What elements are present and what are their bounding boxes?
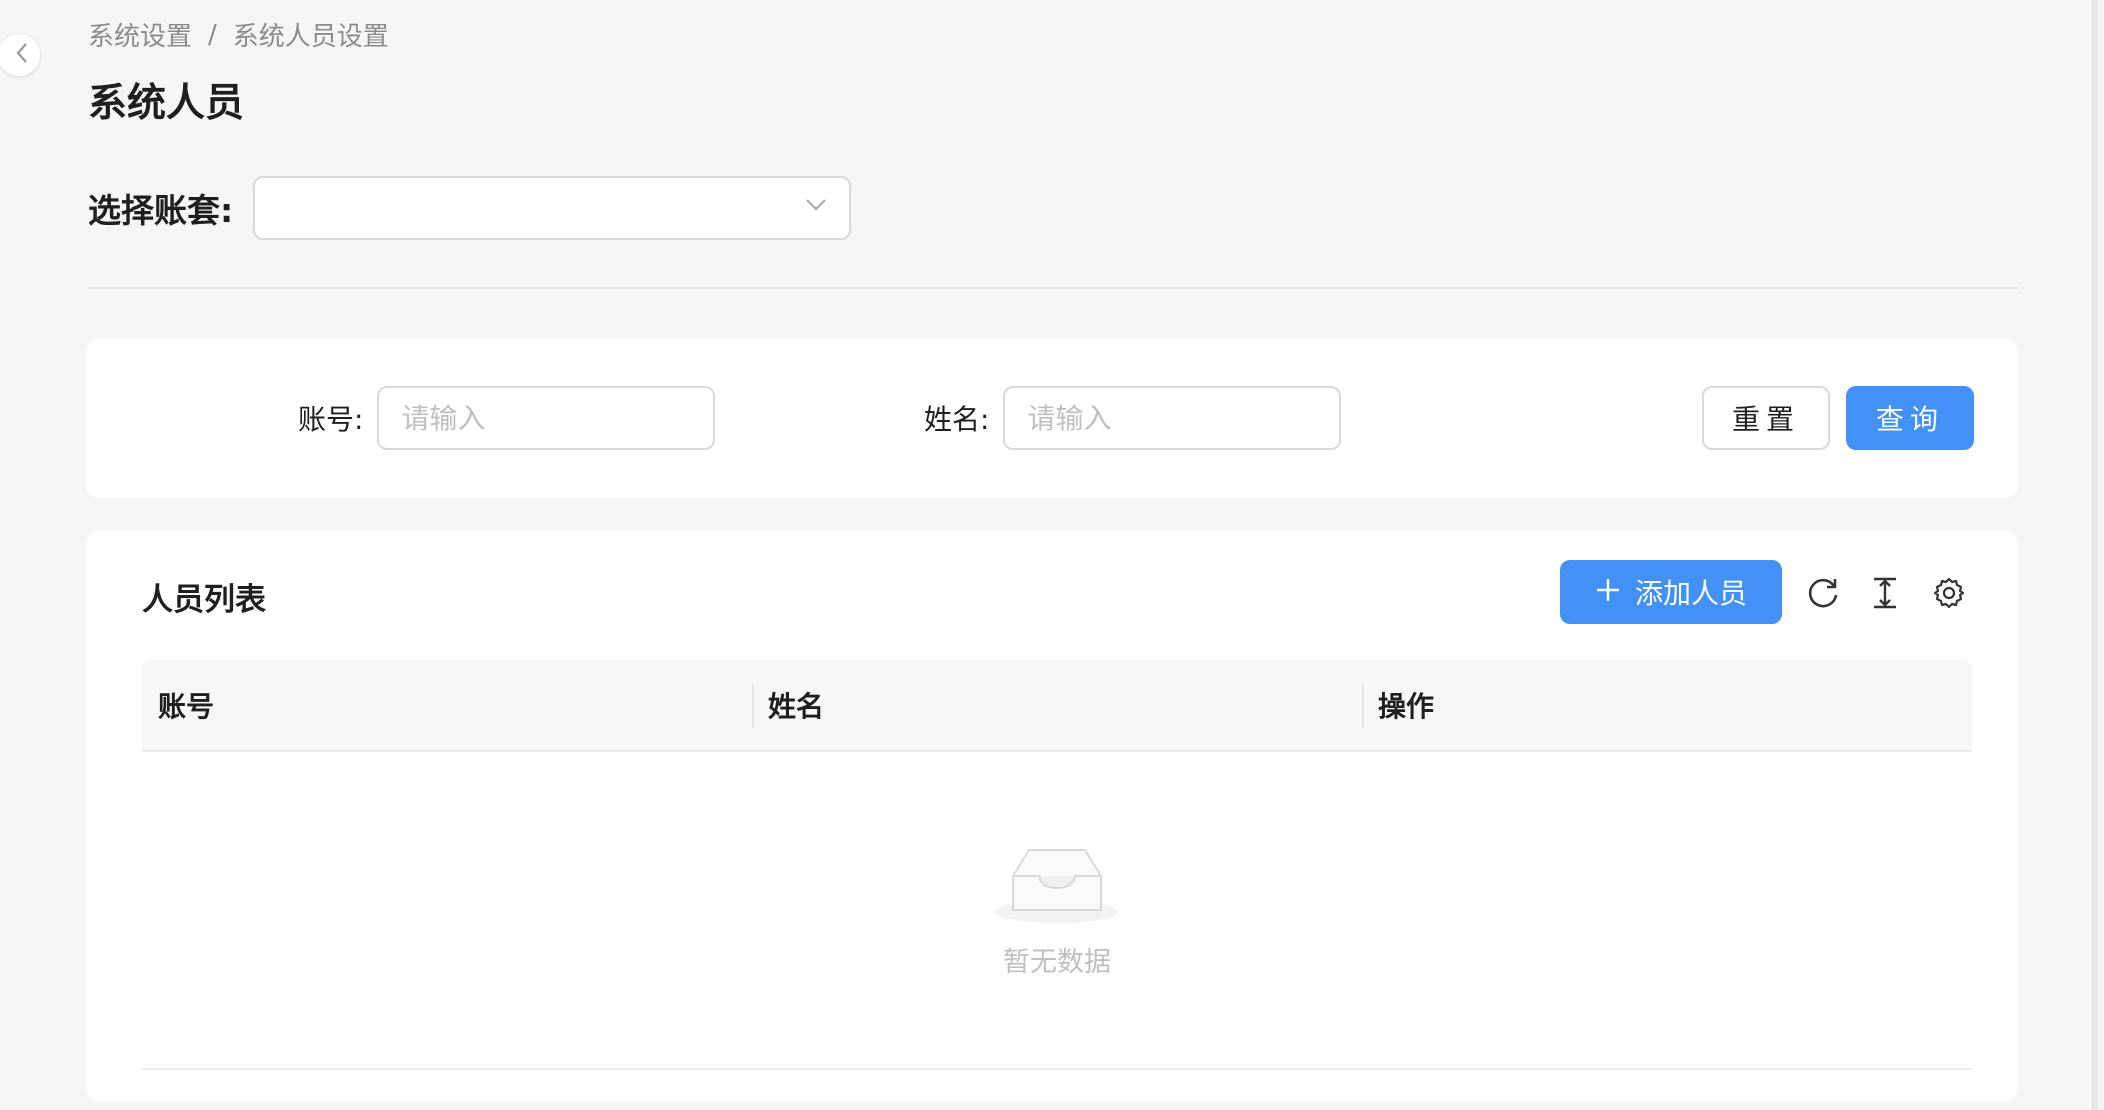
column-header-actions: 操作 bbox=[1362, 660, 1972, 750]
column-header-account: 账号 bbox=[158, 690, 215, 723]
breadcrumb: 系统设置 / 系统人员设置 bbox=[88, 16, 389, 53]
list-card: 人员列表 添加人员 账号 姓名 操作 暂无数据 bbox=[86, 530, 2018, 1102]
table-empty-state: 暂无数据 bbox=[142, 752, 1972, 1070]
empty-text: 暂无数据 bbox=[1003, 946, 1111, 978]
account-select-label: 选择账套: bbox=[88, 191, 234, 230]
search-card: 账号: 姓名: 重置 查询 bbox=[86, 338, 2018, 498]
account-select[interactable] bbox=[253, 176, 852, 240]
add-user-button[interactable]: 添加人员 bbox=[1560, 560, 1782, 624]
main-content: 系统设置 / 系统人员设置 系统人员 选择账套: 账号: 姓名: 重置 查询 人… bbox=[0, 0, 2098, 1110]
account-field-label: 账号: bbox=[298, 403, 364, 436]
page-title: 系统人员 bbox=[88, 81, 245, 126]
sidebar-collapse-button[interactable] bbox=[0, 34, 40, 76]
plus-icon bbox=[1595, 574, 1621, 610]
breadcrumb-separator: / bbox=[208, 19, 217, 50]
page-scrollbar[interactable] bbox=[2092, 0, 2098, 1110]
breadcrumb-item-user-settings: 系统人员设置 bbox=[232, 22, 389, 52]
chevron-left-icon bbox=[15, 42, 29, 69]
name-input[interactable] bbox=[1003, 386, 1342, 450]
name-field: 姓名: bbox=[924, 386, 1342, 450]
reload-icon[interactable] bbox=[1804, 574, 1842, 612]
column-header-name: 姓名 bbox=[752, 660, 1362, 750]
setting-icon[interactable] bbox=[1930, 574, 1968, 612]
section-divider bbox=[88, 287, 2018, 289]
table-header: 账号 姓名 操作 bbox=[142, 660, 1972, 752]
add-user-label: 添加人员 bbox=[1634, 577, 1747, 610]
name-field-label: 姓名: bbox=[924, 403, 990, 436]
reset-button[interactable]: 重置 bbox=[1702, 386, 1830, 450]
breadcrumb-item-system-settings[interactable]: 系统设置 bbox=[88, 16, 192, 53]
account-field: 账号: bbox=[298, 386, 716, 450]
account-input[interactable] bbox=[377, 386, 716, 450]
list-title: 人员列表 bbox=[142, 582, 266, 618]
chevron-down-icon bbox=[805, 192, 827, 217]
empty-inbox-icon bbox=[993, 842, 1121, 928]
account-select-row: 选择账套: bbox=[88, 176, 852, 240]
user-table: 账号 姓名 操作 暂无数据 bbox=[142, 660, 1972, 1070]
column-height-icon[interactable] bbox=[1866, 574, 1904, 612]
query-button[interactable]: 查询 bbox=[1846, 386, 1974, 450]
